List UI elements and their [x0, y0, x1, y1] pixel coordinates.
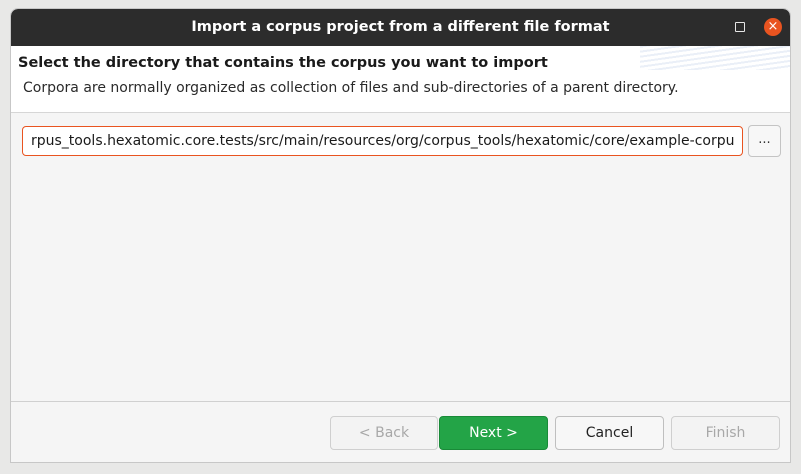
- footer-divider: [11, 401, 790, 402]
- title-bar[interactable]: Import a corpus project from a different…: [11, 9, 790, 46]
- maximize-icon[interactable]: [735, 22, 745, 32]
- cancel-button[interactable]: Cancel: [555, 416, 664, 450]
- next-button[interactable]: Next >: [439, 416, 548, 450]
- close-icon[interactable]: ×: [764, 18, 782, 36]
- page-description: Corpora are normally organized as collec…: [23, 80, 679, 96]
- finish-button[interactable]: Finish: [671, 416, 780, 450]
- wizard-header: Select the directory that contains the c…: [11, 46, 790, 113]
- window-title: Import a corpus project from a different…: [191, 19, 610, 35]
- back-button[interactable]: < Back: [330, 416, 438, 450]
- browse-button[interactable]: ...: [748, 125, 781, 157]
- directory-path-input[interactable]: [22, 126, 743, 156]
- page-title: Select the directory that contains the c…: [18, 55, 548, 71]
- header-banner-decoration: [640, 46, 790, 70]
- import-dialog: Import a corpus project from a different…: [10, 8, 791, 463]
